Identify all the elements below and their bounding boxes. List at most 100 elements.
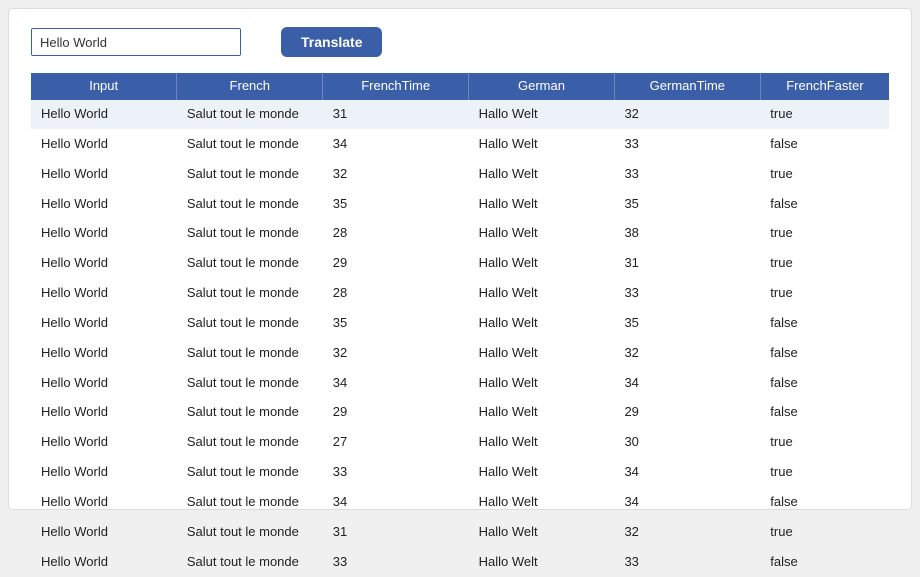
cell-germantime: 34 bbox=[614, 458, 760, 488]
cell-frenchtime: 28 bbox=[323, 279, 469, 309]
table-row[interactable]: Hello WorldSalut tout le monde31Hallo We… bbox=[31, 517, 889, 547]
cell-germantime: 33 bbox=[614, 129, 760, 159]
cell-frenchtime: 34 bbox=[323, 129, 469, 159]
cell-input: Hello World bbox=[31, 547, 177, 576]
cell-germantime: 35 bbox=[614, 308, 760, 338]
cell-input: Hello World bbox=[31, 368, 177, 398]
table-row[interactable]: Hello WorldSalut tout le monde27Hallo We… bbox=[31, 428, 889, 458]
cell-german: Hallo Welt bbox=[469, 487, 615, 517]
cell-german: Hallo Welt bbox=[469, 279, 615, 309]
cell-input: Hello World bbox=[31, 428, 177, 458]
cell-german: Hallo Welt bbox=[469, 219, 615, 249]
table-row[interactable]: Hello WorldSalut tout le monde35Hallo We… bbox=[31, 189, 889, 219]
table-row[interactable]: Hello WorldSalut tout le monde33Hallo We… bbox=[31, 458, 889, 488]
cell-frenchfaster: false bbox=[760, 129, 889, 159]
table-row[interactable]: Hello WorldSalut tout le monde29Hallo We… bbox=[31, 398, 889, 428]
toolbar: Translate bbox=[31, 27, 889, 57]
cell-germantime: 32 bbox=[614, 338, 760, 368]
cell-german: Hallo Welt bbox=[469, 338, 615, 368]
cell-french: Salut tout le monde bbox=[177, 249, 323, 279]
cell-frenchtime: 33 bbox=[323, 547, 469, 576]
table-row[interactable]: Hello WorldSalut tout le monde34Hallo We… bbox=[31, 129, 889, 159]
table-row[interactable]: Hello WorldSalut tout le monde34Hallo We… bbox=[31, 487, 889, 517]
cell-input: Hello World bbox=[31, 100, 177, 130]
table-row[interactable]: Hello WorldSalut tout le monde32Hallo We… bbox=[31, 159, 889, 189]
col-header-german[interactable]: German bbox=[469, 73, 615, 100]
cell-frenchtime: 32 bbox=[323, 159, 469, 189]
cell-frenchfaster: true bbox=[760, 159, 889, 189]
cell-germantime: 33 bbox=[614, 279, 760, 309]
cell-french: Salut tout le monde bbox=[177, 398, 323, 428]
cell-french: Salut tout le monde bbox=[177, 338, 323, 368]
cell-french: Salut tout le monde bbox=[177, 308, 323, 338]
cell-frenchtime: 31 bbox=[323, 517, 469, 547]
col-header-input[interactable]: Input bbox=[31, 73, 177, 100]
col-header-frenchtime[interactable]: FrenchTime bbox=[323, 73, 469, 100]
cell-frenchtime: 32 bbox=[323, 338, 469, 368]
table-row[interactable]: Hello WorldSalut tout le monde33Hallo We… bbox=[31, 547, 889, 576]
cell-germantime: 34 bbox=[614, 368, 760, 398]
cell-germantime: 34 bbox=[614, 487, 760, 517]
cell-french: Salut tout le monde bbox=[177, 428, 323, 458]
cell-frenchfaster: true bbox=[760, 249, 889, 279]
cell-frenchfaster: true bbox=[760, 458, 889, 488]
cell-frenchtime: 31 bbox=[323, 100, 469, 130]
cell-input: Hello World bbox=[31, 279, 177, 309]
cell-german: Hallo Welt bbox=[469, 129, 615, 159]
translate-button[interactable]: Translate bbox=[281, 27, 382, 57]
cell-german: Hallo Welt bbox=[469, 159, 615, 189]
cell-french: Salut tout le monde bbox=[177, 219, 323, 249]
table-row[interactable]: Hello WorldSalut tout le monde35Hallo We… bbox=[31, 308, 889, 338]
cell-germantime: 32 bbox=[614, 517, 760, 547]
table-row[interactable]: Hello WorldSalut tout le monde34Hallo We… bbox=[31, 368, 889, 398]
table-row[interactable]: Hello WorldSalut tout le monde29Hallo We… bbox=[31, 249, 889, 279]
cell-input: Hello World bbox=[31, 219, 177, 249]
source-text-input[interactable] bbox=[31, 28, 241, 56]
cell-input: Hello World bbox=[31, 129, 177, 159]
cell-input: Hello World bbox=[31, 458, 177, 488]
cell-input: Hello World bbox=[31, 517, 177, 547]
cell-germantime: 35 bbox=[614, 189, 760, 219]
table-row[interactable]: Hello WorldSalut tout le monde28Hallo We… bbox=[31, 279, 889, 309]
app-panel: Translate Input French FrenchTime German… bbox=[8, 8, 912, 510]
table-row[interactable]: Hello WorldSalut tout le monde28Hallo We… bbox=[31, 219, 889, 249]
cell-frenchfaster: false bbox=[760, 308, 889, 338]
col-header-french[interactable]: French bbox=[177, 73, 323, 100]
table-row[interactable]: Hello WorldSalut tout le monde32Hallo We… bbox=[31, 338, 889, 368]
cell-input: Hello World bbox=[31, 159, 177, 189]
cell-frenchtime: 27 bbox=[323, 428, 469, 458]
cell-frenchfaster: true bbox=[760, 428, 889, 458]
cell-frenchtime: 29 bbox=[323, 249, 469, 279]
cell-french: Salut tout le monde bbox=[177, 279, 323, 309]
cell-german: Hallo Welt bbox=[469, 308, 615, 338]
cell-german: Hallo Welt bbox=[469, 398, 615, 428]
cell-french: Salut tout le monde bbox=[177, 547, 323, 576]
table-header-row: Input French FrenchTime German GermanTim… bbox=[31, 73, 889, 100]
cell-frenchfaster: true bbox=[760, 219, 889, 249]
cell-frenchfaster: false bbox=[760, 189, 889, 219]
cell-french: Salut tout le monde bbox=[177, 129, 323, 159]
cell-german: Hallo Welt bbox=[469, 368, 615, 398]
cell-germantime: 29 bbox=[614, 398, 760, 428]
cell-french: Salut tout le monde bbox=[177, 368, 323, 398]
cell-frenchtime: 29 bbox=[323, 398, 469, 428]
cell-germantime: 32 bbox=[614, 100, 760, 130]
cell-input: Hello World bbox=[31, 338, 177, 368]
cell-french: Salut tout le monde bbox=[177, 458, 323, 488]
cell-germantime: 31 bbox=[614, 249, 760, 279]
cell-frenchfaster: false bbox=[760, 547, 889, 576]
cell-germantime: 38 bbox=[614, 219, 760, 249]
cell-french: Salut tout le monde bbox=[177, 100, 323, 130]
table-row[interactable]: Hello WorldSalut tout le monde31Hallo We… bbox=[31, 100, 889, 130]
cell-german: Hallo Welt bbox=[469, 100, 615, 130]
cell-german: Hallo Welt bbox=[469, 189, 615, 219]
cell-german: Hallo Welt bbox=[469, 428, 615, 458]
cell-frenchtime: 34 bbox=[323, 368, 469, 398]
cell-german: Hallo Welt bbox=[469, 458, 615, 488]
cell-frenchfaster: true bbox=[760, 279, 889, 309]
cell-french: Salut tout le monde bbox=[177, 159, 323, 189]
cell-input: Hello World bbox=[31, 249, 177, 279]
cell-frenchfaster: false bbox=[760, 338, 889, 368]
col-header-germantime[interactable]: GermanTime bbox=[614, 73, 760, 100]
col-header-frenchfaster[interactable]: FrenchFaster bbox=[760, 73, 889, 100]
